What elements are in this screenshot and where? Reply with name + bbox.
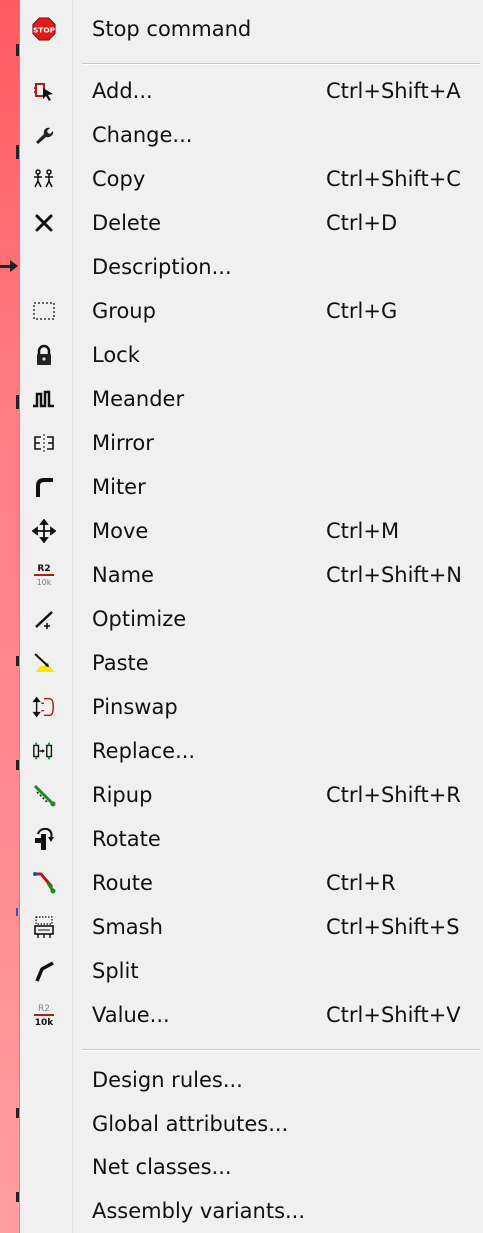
menu-item-label: Replace...: [92, 739, 196, 763]
menu-item-label: Mirror: [92, 431, 154, 455]
menu-item-label: Design rules...: [92, 1068, 243, 1092]
pinswap-icon: [32, 696, 56, 718]
menu-item-label: Change...: [92, 123, 193, 147]
menu-item-label: Pinswap: [92, 695, 178, 719]
ripup-icon: [32, 784, 56, 807]
menu-item-name[interactable]: R2 10k Name Ctrl+Shift+N: [20, 553, 483, 597]
menu-item-label: Paste: [92, 651, 149, 675]
menu-item-label: Name: [92, 563, 154, 587]
menu-item-label: Group: [92, 299, 156, 323]
menu-item-value[interactable]: R2 10k Value... Ctrl+Shift+V: [20, 993, 483, 1037]
menu-item-label: Meander: [92, 387, 185, 411]
svg-text:R2: R2: [38, 1004, 50, 1014]
menu-item-shortcut: Ctrl+Shift+A: [326, 79, 461, 103]
menu-item-shortcut: Ctrl+Shift+V: [326, 1003, 461, 1027]
menu-item-label: Add...: [92, 79, 153, 103]
menu-item-shortcut: Ctrl+D: [326, 211, 398, 235]
svg-text:10k: 10k: [37, 578, 52, 587]
menu-item-label: Description...: [92, 255, 232, 279]
menu-item-label: Lock: [92, 343, 140, 367]
menu-item-label: Optimize: [92, 607, 187, 631]
menu-item-replace[interactable]: Replace...: [20, 729, 483, 773]
svg-text:R2: R2: [37, 564, 50, 574]
menu-item-mirror[interactable]: Mirror: [20, 421, 483, 465]
menu-item-label: Copy: [92, 167, 146, 191]
menu-item-shortcut: Ctrl+M: [326, 519, 400, 543]
menu-item-meander[interactable]: Meander: [20, 377, 483, 421]
menu-item-shortcut: Ctrl+Shift+S: [326, 915, 460, 939]
menu-item-label: Miter: [92, 475, 146, 499]
paste-icon: [32, 652, 56, 674]
menu-item-label: Stop command: [92, 17, 252, 41]
group-icon: [32, 300, 56, 322]
menu-item-assembly-variants[interactable]: Assembly variants...: [20, 1189, 483, 1233]
split-icon: [32, 960, 56, 982]
add-icon: [32, 80, 56, 102]
menu-item-label: Rotate: [92, 827, 161, 851]
menu-item-label: Move: [92, 519, 149, 543]
replace-icon: [32, 740, 56, 762]
move-icon: [32, 519, 56, 543]
menu-item-ripup[interactable]: Ripup Ctrl+Shift+R: [20, 773, 483, 817]
menu-item-design-rules[interactable]: Design rules...: [20, 1058, 483, 1102]
menu-item-label: Route: [92, 871, 153, 895]
menu-separator-highlight: [82, 64, 480, 65]
menu-item-optimize[interactable]: Optimize: [20, 597, 483, 641]
menu-item-label: Net classes...: [92, 1155, 232, 1179]
svg-text:10k: 10k: [35, 1018, 55, 1028]
menu-item-split[interactable]: Split: [20, 949, 483, 993]
menu-item-change[interactable]: Change...: [20, 113, 483, 157]
menu-item-label: Smash: [92, 915, 163, 939]
value-icon: R2 10k: [32, 1004, 56, 1028]
menu-item-rotate[interactable]: Rotate: [20, 817, 483, 861]
menu-item-copy[interactable]: Copy Ctrl+Shift+C: [20, 157, 483, 201]
wrench-icon: [32, 124, 56, 146]
menu-item-global-attributes[interactable]: Global attributes...: [20, 1102, 483, 1146]
menu-item-paste[interactable]: Paste: [20, 641, 483, 685]
delete-icon: [32, 212, 56, 234]
optimize-icon: [32, 608, 56, 630]
menu-item-add[interactable]: Add... Ctrl+Shift+A: [20, 69, 483, 113]
menu-item-label: Assembly variants...: [92, 1198, 306, 1223]
menu-item-group[interactable]: Group Ctrl+G: [20, 289, 483, 333]
lock-icon: [32, 344, 56, 366]
svg-text:STOP: STOP: [33, 26, 56, 35]
menu-item-move[interactable]: Move Ctrl+M: [20, 509, 483, 553]
menu-item-shortcut: Ctrl+Shift+C: [326, 167, 461, 191]
menu-item-label: Global attributes...: [92, 1111, 289, 1136]
menu-item-label: Ripup: [92, 783, 153, 807]
menu-item-shortcut: Ctrl+G: [326, 299, 398, 323]
miter-icon: [32, 476, 56, 498]
stop-icon: STOP: [32, 17, 56, 41]
menu-item-label: Delete: [92, 211, 161, 235]
meander-icon: [32, 388, 56, 410]
menu-item-label: Split: [92, 959, 139, 983]
menu-separator-highlight: [82, 1050, 480, 1051]
menu-item-shortcut: Ctrl+Shift+N: [326, 563, 462, 587]
copy-icon: [32, 168, 56, 190]
menu-item-smash[interactable]: Smash Ctrl+Shift+S: [20, 905, 483, 949]
menu-item-delete[interactable]: Delete Ctrl+D: [20, 201, 483, 245]
menu-item-lock[interactable]: Lock: [20, 333, 483, 377]
background-window-edge: [0, 0, 19, 1233]
route-icon: [32, 872, 56, 894]
smash-icon: [32, 916, 56, 938]
menu-item-label: Value...: [92, 1003, 170, 1027]
menu-item-net-classes[interactable]: Net classes...: [20, 1145, 483, 1189]
name-icon: R2 10k: [32, 564, 56, 587]
menu-item-pinswap[interactable]: Pinswap: [20, 685, 483, 729]
mirror-icon: [32, 432, 56, 454]
menu-item-stop-command[interactable]: STOP Stop command: [20, 7, 483, 51]
rotate-icon: [32, 827, 56, 850]
menu-item-miter[interactable]: Miter: [20, 465, 483, 509]
menu-item-shortcut: Ctrl+R: [326, 871, 396, 895]
context-menu: STOP Stop command Add... Ctrl+Shift+A Change…: [19, 0, 483, 1233]
menu-item-shortcut: Ctrl+Shift+R: [326, 783, 461, 807]
menu-item-route[interactable]: Route Ctrl+R: [20, 861, 483, 905]
menu-item-description[interactable]: Description...: [20, 245, 483, 289]
